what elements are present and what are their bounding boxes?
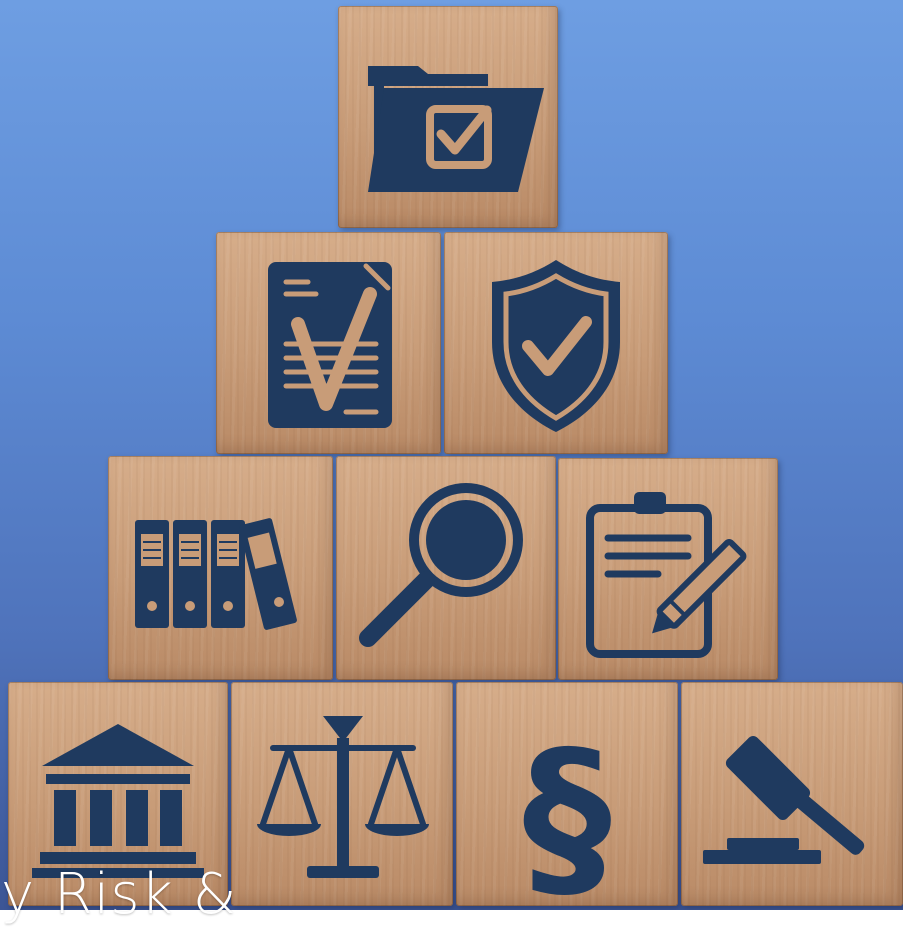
wooden-blocks-photo: §: [0, 0, 903, 910]
block-folder: [338, 6, 558, 228]
block-binders: [108, 456, 333, 680]
block-gavel: [681, 682, 903, 906]
shield-check-icon: [492, 260, 620, 432]
magnifier-icon: [359, 483, 523, 647]
section-sign-icon: §: [523, 713, 612, 906]
block-document: [216, 232, 441, 454]
clipboard-pencil-icon: [586, 492, 747, 658]
block-section-sign: §: [456, 682, 678, 906]
folder-check-icon: [368, 66, 544, 192]
block-scales: [231, 682, 453, 906]
binders-icon: [135, 518, 297, 630]
gavel-icon: [703, 735, 865, 864]
caption-text: ty Risk &: [0, 862, 238, 927]
svg-text:§: §: [523, 713, 612, 906]
scales-icon: [257, 716, 429, 878]
block-shield: [444, 232, 668, 454]
block-magnifier: [336, 456, 556, 680]
block-clipboard: [558, 458, 778, 680]
document-check-icon: [268, 262, 392, 428]
